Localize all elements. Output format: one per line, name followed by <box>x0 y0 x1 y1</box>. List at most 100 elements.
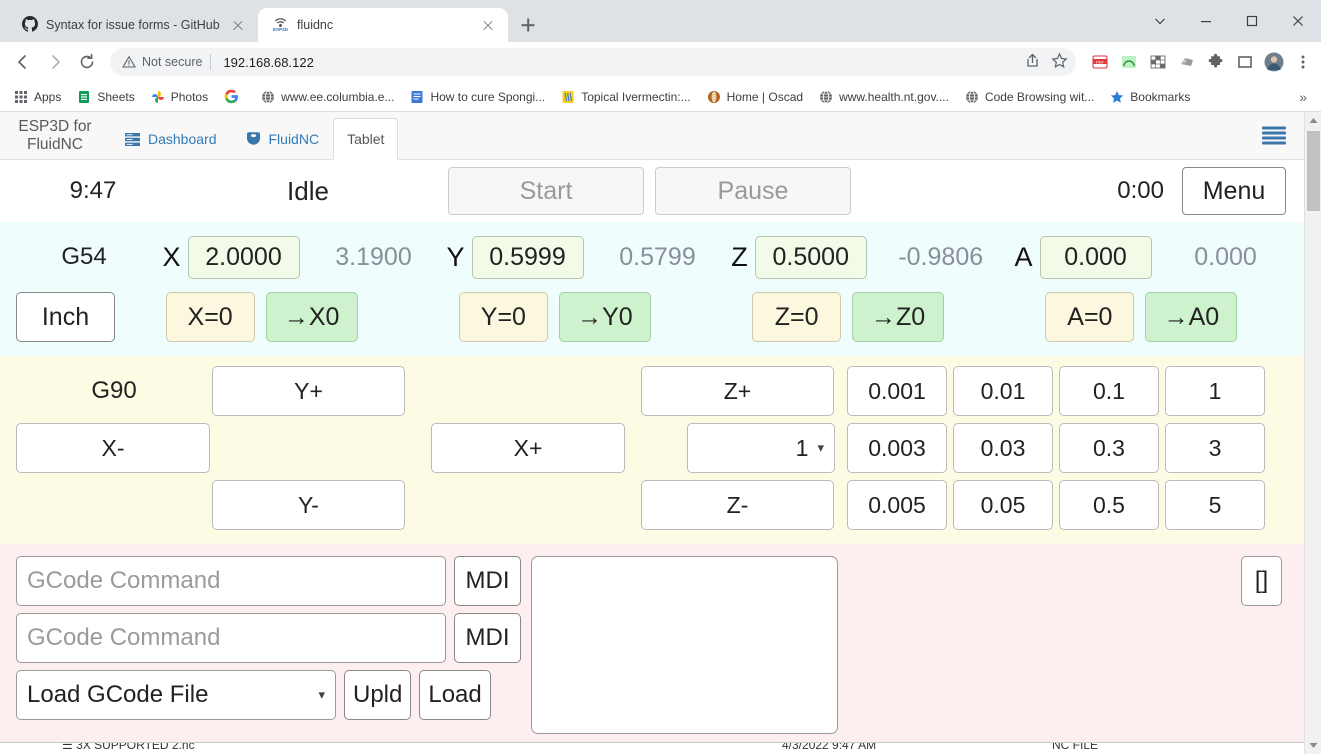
upload-button[interactable]: Upld <box>344 670 412 720</box>
jog-distance-button[interactable]: 3 <box>1165 423 1265 473</box>
star-icon[interactable] <box>1051 52 1068 72</box>
browser-tab-fluidnc[interactable]: ESP3D fluidnc <box>258 8 508 42</box>
side-panel-icon[interactable] <box>1235 52 1255 72</box>
bookmark-ee-columbia[interactable]: www.ee.columbia.e... <box>253 87 402 107</box>
axis-a-group: A 0.000 0.000 <box>1004 235 1288 279</box>
bookmarks-overflow-button[interactable]: » <box>1291 89 1315 105</box>
scroll-down-arrow[interactable] <box>1305 737 1321 754</box>
jog-distance-button[interactable]: 0.005 <box>847 480 947 530</box>
jog-distance-button[interactable]: 0.01 <box>953 366 1053 416</box>
jog-distance-button[interactable]: 0.003 <box>847 423 947 473</box>
axis-y-work-value[interactable]: 0.5999 <box>471 235 584 279</box>
esp3d-app: ESP3D for FluidNC Dashboard FluidNC Tabl… <box>0 112 1304 754</box>
gcode-command-input-2[interactable]: GCode Command <box>16 613 446 663</box>
bookmark-code-browsing[interactable]: Code Browsing wit... <box>957 87 1102 107</box>
axis-a-label: A <box>1014 241 1033 272</box>
puzzle-extensions-icon[interactable] <box>1206 52 1226 72</box>
menu-button[interactable]: Menu <box>1182 167 1286 215</box>
file-list-row-cutoff: ☰ 3X SUPPORTED 2.nc 4/3/2022 9:47 AM NC … <box>0 742 1304 754</box>
fluidnc-logo-icon <box>245 131 262 147</box>
units-toggle-button[interactable]: Inch <box>16 292 115 342</box>
svg-text:ESP3D: ESP3D <box>273 27 289 32</box>
bookmark-ivermectin[interactable]: Topical Ivermectin:... <box>553 87 698 107</box>
bookmark-photos[interactable]: Photos <box>143 87 216 107</box>
pdf-extension-icon[interactable]: PDF <box>1090 52 1110 72</box>
set-y-zero-button[interactable]: Y=0 <box>458 292 548 342</box>
bookmark-health-nt[interactable]: www.health.nt.gov.... <box>811 87 957 107</box>
minimize-button[interactable] <box>1183 5 1229 37</box>
scrollbar-thumb[interactable] <box>1307 131 1320 211</box>
console-output[interactable] <box>531 556 838 734</box>
gcode-file-select[interactable]: Load GCode File ▾ <box>16 670 336 720</box>
green-arc-extension-icon[interactable] <box>1119 52 1139 72</box>
bookmark-folder-bookmarks[interactable]: Bookmarks <box>1102 87 1198 107</box>
gcode-command-input-1[interactable]: GCode Command <box>16 556 446 606</box>
back-arrow-icon[interactable] <box>8 47 38 77</box>
bookmark-spongiotic[interactable]: How to cure Spongi... <box>402 87 553 107</box>
pause-button[interactable]: Pause <box>655 167 851 215</box>
set-a-zero-button[interactable]: A=0 <box>1045 292 1135 342</box>
jog-y-minus-button[interactable]: Y- <box>212 480 405 530</box>
goto-z-zero-button[interactable]: →Z0 <box>852 292 945 342</box>
bookmark-label: How to cure Spongi... <box>430 89 546 104</box>
jog-z-plus-button[interactable]: Z+ <box>641 366 834 416</box>
bookmark-oscad[interactable]: Home | Oscad <box>699 87 811 107</box>
jog-distance-button[interactable]: 5 <box>1165 480 1265 530</box>
jog-x-plus-button[interactable]: X+ <box>431 423 625 473</box>
new-tab-button[interactable] <box>514 11 542 39</box>
jog-speed-select[interactable]: 1 ▾ <box>687 423 835 473</box>
brackets-button[interactable]: [] <box>1241 556 1282 606</box>
three-dot-menu-icon[interactable] <box>1293 52 1313 72</box>
jog-z-minus-button[interactable]: Z- <box>641 480 834 530</box>
close-icon[interactable] <box>230 17 246 33</box>
load-button[interactable]: Load <box>419 670 491 720</box>
page-scrollbar[interactable] <box>1304 112 1321 754</box>
jog-distance-button[interactable]: 0.03 <box>953 423 1053 473</box>
jog-distance-button[interactable]: 0.1 <box>1059 366 1159 416</box>
bookmark-label: Topical Ivermectin:... <box>581 89 691 104</box>
set-z-zero-button[interactable]: Z=0 <box>752 292 842 342</box>
share-icon[interactable] <box>1024 52 1041 72</box>
bookmark-google[interactable] <box>216 86 253 107</box>
mdi-send-button-2[interactable]: MDI <box>454 613 521 663</box>
mdi-send-button-1[interactable]: MDI <box>454 556 521 606</box>
jog-x-minus-button[interactable]: X- <box>16 423 210 473</box>
forward-arrow-icon[interactable] <box>40 47 70 77</box>
reload-icon[interactable] <box>72 47 102 77</box>
tab-fluidnc[interactable]: FluidNC <box>231 118 334 160</box>
jog-distance-button[interactable]: 1 <box>1165 366 1265 416</box>
dro-values-row: G54 X 2.0000 3.1900 Y 0.5999 0.5799 Z 0.… <box>16 230 1288 284</box>
address-bar[interactable]: Not secure 192.168.68.122 <box>110 48 1076 76</box>
start-button[interactable]: Start <box>448 167 644 215</box>
close-icon[interactable] <box>480 17 496 33</box>
jog-y-plus-button[interactable]: Y+ <box>212 366 405 416</box>
security-indicator[interactable]: Not secure <box>122 55 202 69</box>
tab-dashboard[interactable]: Dashboard <box>110 118 231 160</box>
browser-tab-github[interactable]: Syntax for issue forms - GitHub D <box>8 8 258 42</box>
jog-distance-button[interactable]: 0.001 <box>847 366 947 416</box>
jog-distance-button[interactable]: 0.5 <box>1059 480 1159 530</box>
hamburger-menu-icon[interactable] <box>1262 126 1286 145</box>
profile-avatar[interactable] <box>1264 52 1284 72</box>
axis-x-work-value[interactable]: 2.0000 <box>187 235 300 279</box>
grid-extension-icon[interactable] <box>1148 52 1168 72</box>
goto-x-zero-button[interactable]: →X0 <box>265 292 358 342</box>
maximize-button[interactable] <box>1229 5 1275 37</box>
stone-extension-icon[interactable] <box>1177 52 1197 72</box>
scroll-up-arrow[interactable] <box>1305 112 1321 129</box>
tab-tablet[interactable]: Tablet <box>333 118 399 160</box>
bookmark-sheets[interactable]: Sheets <box>69 87 142 107</box>
brand-line-1: ESP3D for <box>18 117 92 135</box>
axis-y-zero-group: Y=0 →Y0 <box>408 292 701 342</box>
bookmark-apps[interactable]: Apps <box>6 87 69 107</box>
goto-y-zero-button[interactable]: →Y0 <box>558 292 651 342</box>
jog-distance-button[interactable]: 0.3 <box>1059 423 1159 473</box>
jog-distance-button[interactable]: 0.05 <box>953 480 1053 530</box>
chevron-down-icon[interactable] <box>1137 5 1183 37</box>
axis-a-work-value[interactable]: 0.000 <box>1039 235 1152 279</box>
goto-a-zero-button[interactable]: →A0 <box>1145 292 1238 342</box>
blue-doc-icon <box>411 90 423 103</box>
axis-z-work-value[interactable]: 0.5000 <box>754 235 867 279</box>
close-window-button[interactable] <box>1275 5 1321 37</box>
set-x-zero-button[interactable]: X=0 <box>165 292 255 342</box>
